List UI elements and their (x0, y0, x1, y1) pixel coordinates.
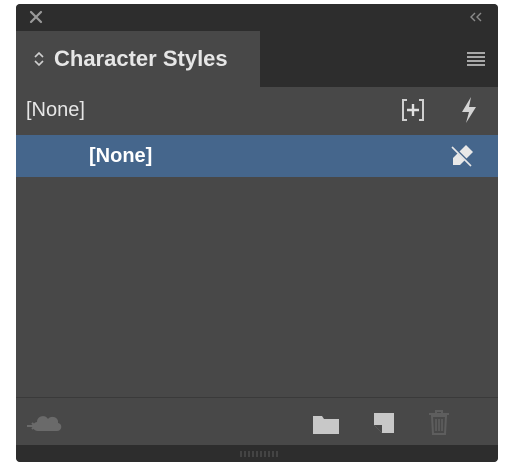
panel-tab-row: Character Styles (16, 31, 498, 87)
double-chevron-left-icon[interactable] (468, 9, 484, 25)
selected-style-label: [None] (89, 145, 153, 167)
panel-title: Character Styles (54, 46, 228, 71)
lightning-bolt-icon[interactable] (459, 96, 479, 124)
list-item-basic-style[interactable]: [None] (16, 87, 498, 135)
tab-character-styles[interactable]: Character Styles (16, 31, 260, 87)
close-icon[interactable] (28, 9, 44, 25)
panel-resize-bar[interactable] (16, 445, 498, 462)
up-down-arrows-icon (34, 51, 44, 67)
panel-footer-toolbar (16, 397, 498, 445)
character-styles-panel: Character Styles [None] [None] (16, 4, 498, 462)
panel-title-bar[interactable] (16, 4, 498, 31)
new-style-icon[interactable] (372, 411, 396, 435)
create-style-icon[interactable] (400, 97, 426, 123)
cc-libraries-cloud-icon[interactable] (26, 409, 66, 435)
list-item-selected-style[interactable]: [None] (16, 135, 498, 177)
footer-divider (16, 397, 498, 398)
styles-list: [None] [None] (16, 87, 498, 443)
basic-style-label: [None] (26, 99, 85, 121)
hamburger-menu-icon[interactable] (466, 50, 486, 68)
trash-icon[interactable] (428, 409, 450, 435)
resize-grip-icon[interactable] (239, 451, 279, 457)
new-group-folder-icon[interactable] (312, 413, 340, 435)
override-pen-icon[interactable] (449, 143, 475, 169)
